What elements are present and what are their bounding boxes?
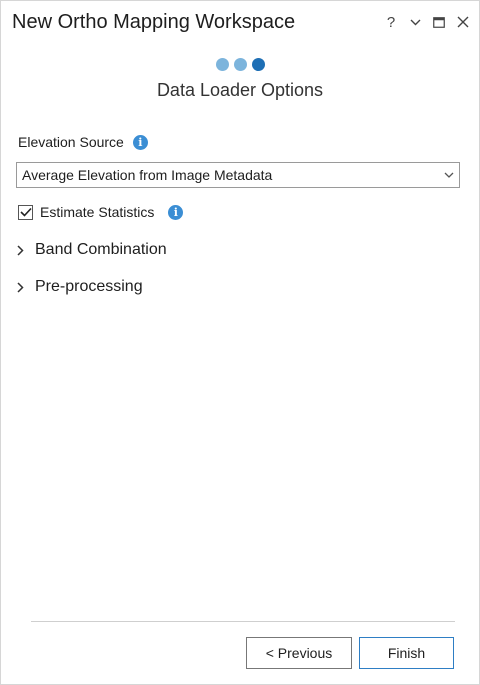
elevation-source-dropdown[interactable]: Average Elevation from Image Metadata bbox=[16, 162, 460, 188]
chevron-right-icon bbox=[17, 281, 29, 293]
chevron-down-icon bbox=[410, 19, 420, 25]
close-icon[interactable] bbox=[453, 10, 473, 34]
help-glyph: ? bbox=[386, 13, 396, 31]
title-controls: ? bbox=[381, 10, 473, 34]
maximize-glyph bbox=[433, 16, 445, 28]
help-icon[interactable]: ? bbox=[381, 10, 401, 34]
step-dot-1 bbox=[215, 58, 229, 71]
page-title: Data Loader Options bbox=[156, 80, 324, 100]
ortho-mapping-pane: New Ortho Mapping Workspace ? Data Loade… bbox=[0, 0, 480, 685]
estimate-statistics-checkbox[interactable] bbox=[18, 204, 33, 220]
elevation-source-label-row: Elevation Source i bbox=[18, 134, 148, 150]
elevation-info-icon[interactable]: i bbox=[132, 134, 148, 150]
pre-processing-label: Pre-processing bbox=[35, 278, 143, 295]
chevron-right-icon bbox=[17, 244, 29, 256]
statistics-info-icon[interactable]: i bbox=[168, 204, 184, 220]
previous-button[interactable]: < Previous bbox=[246, 637, 352, 669]
footer-divider bbox=[31, 621, 455, 622]
info-glyph: i bbox=[138, 135, 143, 149]
estimate-statistics-label: Estimate Statistics bbox=[40, 204, 155, 220]
step-dot-2 bbox=[233, 58, 247, 71]
pane-title-bar: New Ortho Mapping Workspace ? bbox=[1, 1, 479, 45]
maximize-icon[interactable] bbox=[429, 10, 449, 34]
options-chevron-icon[interactable] bbox=[405, 10, 425, 34]
info-glyph: i bbox=[173, 205, 178, 219]
step-dot-3 bbox=[251, 58, 265, 71]
band-combination-label: Band Combination bbox=[35, 241, 167, 258]
close-glyph bbox=[457, 16, 469, 28]
elevation-source-label: Elevation Source bbox=[18, 134, 124, 150]
pre-processing-expander[interactable]: Pre-processing bbox=[17, 278, 143, 296]
estimate-statistics-row: Estimate Statistics i bbox=[18, 204, 184, 220]
band-combination-expander[interactable]: Band Combination bbox=[17, 241, 167, 259]
wizard-step-indicator bbox=[1, 58, 479, 71]
elevation-source-value: Average Elevation from Image Metadata bbox=[22, 167, 273, 183]
finish-button[interactable]: Finish bbox=[359, 637, 454, 669]
pane-title: New Ortho Mapping Workspace bbox=[12, 11, 296, 33]
chevron-down-icon bbox=[439, 172, 459, 178]
checkmark-icon bbox=[19, 207, 32, 217]
